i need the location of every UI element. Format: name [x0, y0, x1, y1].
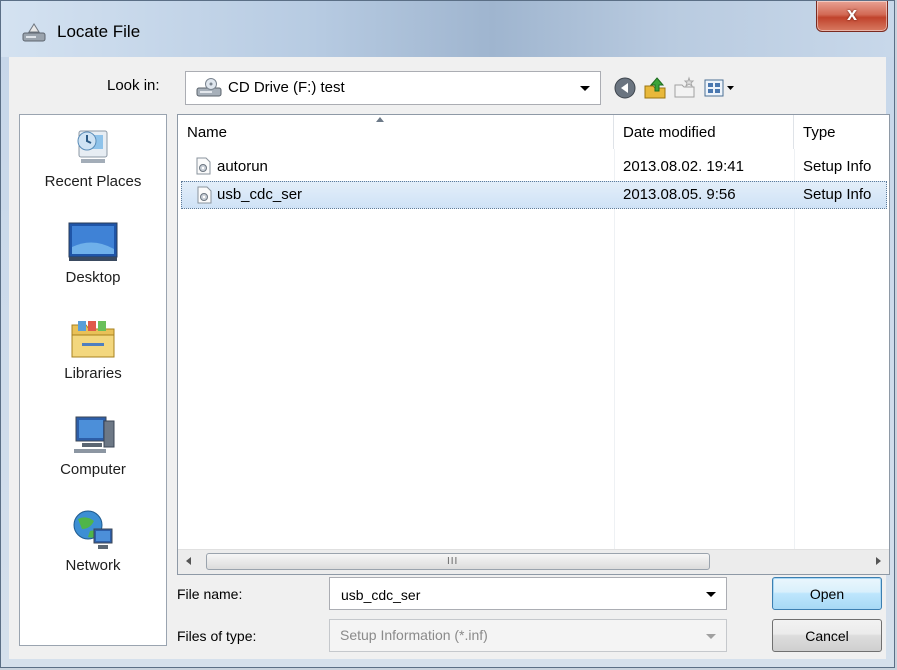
- column-header-date-modified[interactable]: Date modified: [614, 115, 794, 149]
- open-button[interactable]: Open: [772, 577, 882, 610]
- column-header-label: Date modified: [623, 124, 716, 141]
- dialog-title: Locate File: [57, 22, 141, 41]
- file-date-modified: 2013.08.02. 19:41: [623, 158, 744, 175]
- horizontal-scrollbar[interactable]: III: [178, 549, 889, 574]
- cancel-button[interactable]: Cancel: [772, 619, 882, 652]
- place-label: Network: [65, 557, 121, 574]
- file-row-autorun[interactable]: autorun 2013.08.02. 19:41 Setup Info: [181, 153, 887, 181]
- column-header-type[interactable]: Type: [794, 115, 889, 149]
- locate-file-dialog: Locate File x Look in: CD Drive (F:) tes…: [0, 0, 895, 668]
- file-type: Setup Info: [803, 158, 872, 175]
- place-computer[interactable]: Computer: [20, 411, 166, 478]
- place-network[interactable]: Network: [20, 507, 166, 574]
- close-button[interactable]: x: [816, 1, 888, 32]
- file-type: Setup Info: [803, 186, 872, 203]
- scroll-right-icon[interactable]: [876, 557, 881, 565]
- title-bar[interactable]: Locate File x: [1, 1, 894, 57]
- libraries-icon: [71, 321, 115, 358]
- place-label: Computer: [60, 461, 126, 478]
- file-row-usb-cdc-ser[interactable]: usb_cdc_ser 2013.08.05. 9:56 Setup Info: [181, 181, 887, 209]
- column-divider: [794, 149, 795, 550]
- places-bar: Recent Places Desktop Libraries Computer…: [19, 114, 167, 646]
- file-date-modified: 2013.08.05. 9:56: [623, 186, 736, 203]
- recent-places-icon: [77, 130, 108, 163]
- network-icon: [73, 510, 113, 549]
- scroll-left-icon[interactable]: [186, 557, 191, 565]
- files-of-type-value: Setup Information (*.inf): [340, 627, 488, 643]
- place-label: Recent Places: [44, 173, 142, 190]
- look-in-label: Look in:: [107, 77, 160, 94]
- scrollbar-grip: III: [447, 556, 459, 567]
- file-name: autorun: [217, 158, 268, 175]
- dialog-title-icon: [22, 23, 46, 42]
- files-of-type-label: Files of type:: [177, 628, 257, 644]
- file-name-input[interactable]: [331, 579, 703, 610]
- cd-drive-icon: [196, 78, 222, 97]
- column-header-label: Type: [803, 124, 836, 141]
- desktop-icon: [68, 222, 118, 261]
- scrollbar-thumb[interactable]: III: [206, 553, 710, 570]
- place-libraries[interactable]: Libraries: [20, 315, 166, 382]
- view-menu-icon[interactable]: [703, 76, 737, 100]
- look-in-value: CD Drive (F:) test: [228, 79, 345, 96]
- chevron-down-icon[interactable]: [706, 592, 716, 597]
- sort-ascending-icon: [376, 117, 384, 122]
- setup-file-icon: [196, 157, 211, 175]
- chevron-down-icon[interactable]: [580, 86, 590, 91]
- file-name-combobox[interactable]: [329, 577, 727, 610]
- up-folder-icon[interactable]: [643, 76, 667, 100]
- setup-file-icon: [197, 186, 212, 204]
- look-in-dropdown[interactable]: CD Drive (F:) test: [185, 71, 601, 105]
- dialog-client-area: Look in: CD Drive (F:) test Recent Place…: [9, 57, 890, 659]
- column-divider: [614, 149, 615, 550]
- place-recent-places[interactable]: Recent Places: [20, 123, 166, 190]
- file-name-label: File name:: [177, 586, 243, 602]
- close-icon: x: [846, 4, 857, 24]
- file-list[interactable]: Name Date modified Type autorun 2013.08.…: [177, 114, 890, 575]
- new-folder-icon[interactable]: [673, 76, 697, 100]
- place-label: Libraries: [64, 365, 122, 382]
- column-header-label: Name: [187, 124, 228, 141]
- place-label: Desktop: [65, 269, 121, 286]
- computer-icon: [74, 416, 115, 453]
- back-icon[interactable]: [613, 76, 637, 100]
- chevron-down-icon: [706, 634, 716, 639]
- files-of-type-dropdown: Setup Information (*.inf): [329, 619, 727, 652]
- column-header-name[interactable]: Name: [178, 115, 614, 149]
- file-name: usb_cdc_ser: [217, 186, 303, 203]
- place-desktop[interactable]: Desktop: [20, 219, 166, 286]
